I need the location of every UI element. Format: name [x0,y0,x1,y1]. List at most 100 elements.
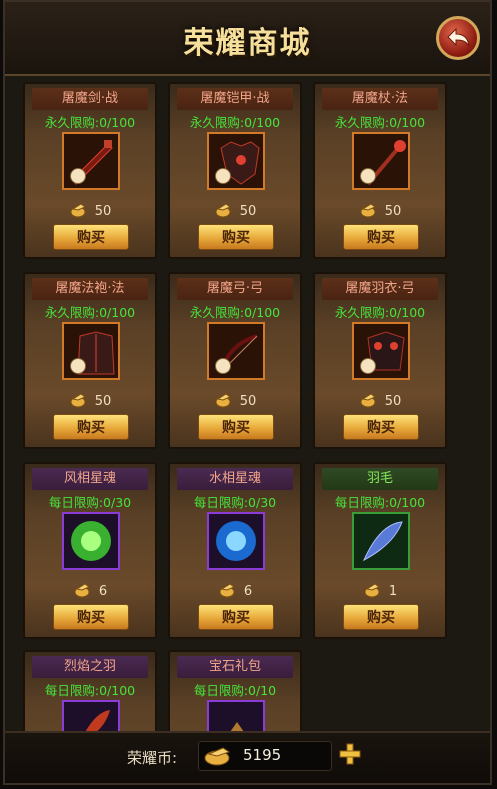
glory-coin-icon [219,583,235,598]
purchase-limit: 每日限购:0/100 [44,683,136,698]
item-price: 50 [315,392,445,412]
item-name: 屠魔杖·法 [322,88,438,110]
buy-button[interactable]: 购买 [343,224,419,250]
item-name: 屠魔法袍·法 [32,278,148,300]
glory-coin-icon [204,747,231,766]
price-value: 50 [94,394,112,409]
price-value: 50 [239,394,257,409]
item-price: 6 [170,582,300,602]
item-name: 屠魔羽衣·弓 [322,278,438,300]
item-slot[interactable] [62,322,120,380]
currency-value: 5195 [243,746,282,764]
item-slot[interactable] [352,512,410,570]
buy-button[interactable]: 购买 [198,414,274,440]
purchase-limit: 永久限购:0/100 [334,115,426,130]
feather-icon [362,521,403,562]
buy-button[interactable]: 购买 [343,414,419,440]
wind-orb-icon [71,521,111,561]
buy-button[interactable]: 购买 [53,414,129,440]
price-value: 50 [239,204,257,219]
item-name: 风相星魂 [32,468,148,490]
buy-button[interactable]: 购买 [53,604,129,630]
back-button[interactable] [436,16,480,60]
item-price: 50 [25,392,155,412]
item-card[interactable]: 羽毛每日限购:0/100 1 购买 [313,462,447,639]
bind-badge-icon [70,358,86,374]
item-card[interactable]: 宝石礼包每日限购:0/10 [168,650,302,734]
item-name: 屠魔弓·弓 [177,278,293,300]
glory-coin-icon [364,583,380,598]
item-slot[interactable] [207,132,265,190]
price-value: 50 [384,394,402,409]
buy-button[interactable]: 购买 [198,224,274,250]
add-currency-button[interactable] [339,743,361,765]
buy-button[interactable]: 购买 [198,604,274,630]
back-arrow-icon [447,27,470,47]
item-slot[interactable] [352,322,410,380]
purchase-limit: 永久限购:0/100 [44,115,136,130]
glory-coin-icon [215,203,231,218]
price-value: 6 [98,584,108,599]
bind-badge-icon [70,168,86,184]
purchase-limit: 每日限购:0/30 [193,495,277,510]
price-value: 50 [94,204,112,219]
bind-badge-icon [360,358,376,374]
item-grid[interactable]: 屠魔剑·战 永久限购:0/100 50 购买 屠魔铠甲·战 永久限购:0/100 50 购买屠… [23,82,478,734]
gem-pack-icon [228,722,246,734]
item-slot[interactable] [207,700,265,734]
item-slot[interactable] [62,512,120,570]
item-slot[interactable] [62,132,120,190]
item-card[interactable]: 屠魔法袍·法永久限购:0/100 50 购买 [23,272,157,449]
purchase-limit: 永久限购:0/100 [334,305,426,320]
item-slot[interactable] [207,322,265,380]
item-card[interactable]: 屠魔弓·弓永久限购:0/100 50 购买 [168,272,302,449]
glory-coin-icon [215,393,231,408]
currency-display: 5195 [198,741,332,771]
item-price: 6 [25,582,155,602]
item-name: 羽毛 [322,468,438,490]
glory-coin-icon [70,203,86,218]
flame-feather-icon [84,710,110,734]
item-card[interactable]: 屠魔羽衣·弓永久限购:0/100 50 购买 [313,272,447,449]
item-name: 水相星魂 [177,468,293,490]
item-card[interactable]: 屠魔剑·战永久限购:0/100 50 购买 [23,82,157,259]
buy-button[interactable]: 购买 [53,224,129,250]
purchase-limit: 每日限购:0/100 [334,495,426,510]
page-title: 荣耀商城 [183,26,312,61]
purchase-limit: 永久限购:0/100 [189,115,281,130]
item-name: 屠魔剑·战 [32,88,148,110]
currency-bar: 荣耀币: 5195 [5,731,490,783]
currency-label: 荣耀币: [127,749,178,767]
item-price: 50 [315,202,445,222]
glory-coin-icon [360,203,376,218]
item-name: 屠魔铠甲·战 [177,88,293,110]
purchase-limit: 每日限购:0/10 [193,683,277,698]
header-bar: 荣耀商城 [5,2,490,76]
item-price: 1 [315,582,445,602]
item-name: 烈焰之羽 [32,656,148,678]
shop-window: 荣耀商城 屠魔剑·战 永久限购:0/100 50 购买 屠魔铠甲·战 永久限购:0/100… [3,0,492,785]
item-slot[interactable] [207,512,265,570]
price-value: 50 [384,204,402,219]
bind-badge-icon [215,168,231,184]
bind-badge-icon [215,358,231,374]
item-card[interactable]: 屠魔铠甲·战永久限购:0/100 50 购买 [168,82,302,259]
purchase-limit: 永久限购:0/100 [44,305,136,320]
item-slot[interactable] [352,132,410,190]
item-card[interactable]: 风相星魂每日限购:0/30 6 购买 [23,462,157,639]
glory-coin-icon [74,583,90,598]
glory-coin-icon [70,393,86,408]
item-price: 50 [170,202,300,222]
buy-button[interactable]: 购买 [343,604,419,630]
bind-badge-icon [360,168,376,184]
item-name: 宝石礼包 [177,656,293,678]
glory-coin-icon [360,393,376,408]
item-card[interactable]: 水相星魂每日限购:0/30 6 购买 [168,462,302,639]
purchase-limit: 永久限购:0/100 [189,305,281,320]
item-card[interactable]: 屠魔杖·法永久限购:0/100 50 购买 [313,82,447,259]
purchase-limit: 每日限购:0/30 [48,495,132,510]
item-price: 50 [25,202,155,222]
price-value: 6 [243,584,253,599]
item-card[interactable]: 烈焰之羽每日限购:0/100 [23,650,157,734]
item-slot[interactable] [62,700,120,734]
